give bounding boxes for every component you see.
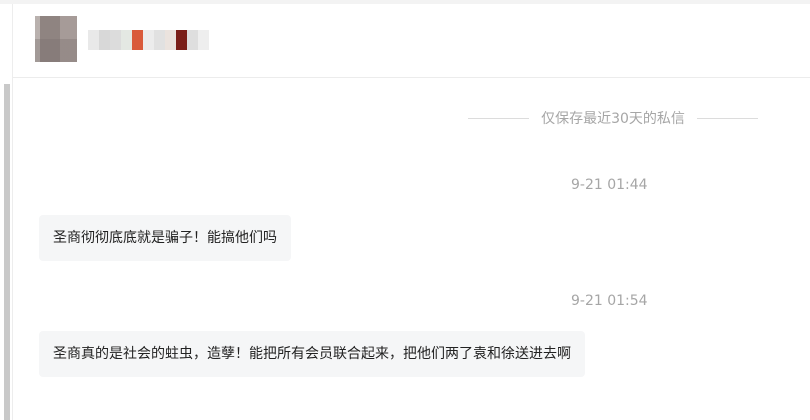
retention-notice: 仅保存最近30天的私信	[468, 108, 759, 128]
message-list: 仅保存最近30天的私信 9-21 01:44 圣商彻彻底底就是骗子！能搞他们吗 …	[13, 78, 810, 420]
scrollbar[interactable]	[4, 84, 10, 420]
blurred-username	[88, 30, 209, 50]
blur-pixel	[165, 30, 176, 50]
chat-header	[13, 4, 810, 78]
divider-line	[468, 117, 530, 119]
message-bubble[interactable]: 圣商真的是社会的蛀虫，造孽！能把所有会员联合起来，把他们两了袁和徐送进去啊	[39, 331, 585, 377]
blur-pixel	[143, 30, 154, 50]
blur-pixel	[132, 30, 143, 50]
blur-pixel	[121, 30, 132, 50]
retention-notice-text: 仅保存最近30天的私信	[541, 111, 685, 127]
blur-pixel	[99, 30, 110, 50]
blur-pixel	[154, 30, 165, 50]
user-avatar-icon[interactable]	[35, 16, 77, 62]
left-pane-edge	[0, 4, 13, 420]
chat-window: 仅保存最近30天的私信 9-21 01:44 圣商彻彻底底就是骗子！能搞他们吗 …	[0, 0, 810, 420]
blur-pixel	[198, 30, 209, 50]
message-timestamp: 9-21 01:44	[571, 177, 648, 193]
blur-pixel	[88, 30, 99, 50]
message-timestamp: 9-21 01:54	[571, 293, 648, 309]
blur-pixel	[110, 30, 121, 50]
blur-pixel	[187, 30, 198, 50]
blur-pixel	[176, 30, 187, 50]
message-bubble[interactable]: 圣商彻彻底底就是骗子！能搞他们吗	[39, 215, 291, 261]
divider-line	[696, 117, 759, 119]
